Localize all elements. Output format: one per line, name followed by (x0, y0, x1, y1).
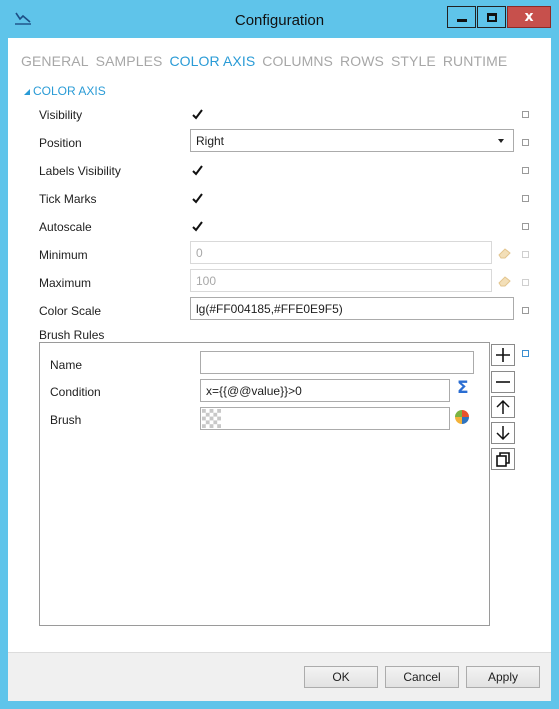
copy-icon (496, 452, 510, 467)
condition-label: Condition (50, 385, 101, 399)
brush-rules-panel: Name Condition x={{@@value}}>0 Σ Brush (39, 342, 490, 626)
dialog-footer: OK Cancel Apply (8, 652, 551, 701)
tab-columns[interactable]: COLUMNS (262, 53, 333, 71)
condition-input[interactable]: x={{@@value}}>0 (200, 379, 450, 402)
eraser-icon[interactable] (498, 247, 512, 259)
color-palette-icon[interactable] (454, 409, 470, 425)
arrow-down-icon (496, 426, 510, 441)
brush-name-label: Name (50, 358, 83, 372)
maximize-icon (486, 12, 497, 22)
chevron-down-icon (498, 139, 504, 143)
brush-name-input[interactable] (200, 351, 474, 374)
labels-visibility-label: Labels Visibility (39, 164, 121, 178)
tick-marks-bind-marker[interactable] (522, 195, 529, 202)
brush-rules-bind-marker[interactable] (522, 350, 529, 357)
color-scale-input[interactable]: lg(#FF004185,#FFE0E9F5) (190, 297, 514, 320)
brush-label: Brush (50, 413, 82, 427)
maximum-bind-marker[interactable] (522, 279, 529, 286)
minimize-icon (456, 18, 467, 22)
maximum-value: 100 (196, 273, 217, 288)
autoscale-label: Autoscale (39, 220, 92, 234)
visibility-bind-marker[interactable] (522, 111, 529, 118)
ok-button[interactable]: OK (304, 666, 378, 688)
color-scale-label: Color Scale (39, 304, 102, 318)
tab-rows[interactable]: ROWS (340, 53, 384, 71)
minimum-bind-marker[interactable] (522, 251, 529, 258)
tab-general[interactable]: GENERAL (21, 53, 89, 71)
visibility-checkbox[interactable] (191, 108, 204, 121)
position-bind-marker[interactable] (522, 139, 529, 146)
maximum-label: Maximum (39, 276, 92, 290)
arrow-up-icon (496, 399, 510, 414)
minus-icon (496, 381, 510, 383)
autoscale-checkbox[interactable] (191, 220, 204, 233)
tab-samples[interactable]: SAMPLES (96, 53, 163, 71)
cancel-button[interactable]: Cancel (385, 666, 459, 688)
dialog-content: GENERAL SAMPLES COLOR AXIS COLUMNS ROWS … (8, 38, 551, 701)
autoscale-bind-marker[interactable] (522, 223, 529, 230)
remove-rule-button[interactable] (491, 371, 515, 393)
color-scale-bind-marker[interactable] (522, 307, 529, 314)
maximum-input[interactable]: 100 (190, 269, 492, 292)
section-title: COLOR AXIS (33, 84, 106, 98)
visibility-label: Visibility (39, 108, 83, 122)
tick-marks-label: Tick Marks (39, 192, 97, 206)
tick-marks-checkbox[interactable] (191, 192, 204, 205)
minimum-input[interactable]: 0 (190, 241, 492, 264)
minimum-label: Minimum (39, 248, 88, 262)
title-bar[interactable]: Configuration x (0, 0, 559, 38)
eraser-icon[interactable] (498, 275, 512, 287)
close-icon: x (524, 9, 534, 25)
transparent-swatch-icon (202, 409, 221, 428)
labels-visibility-checkbox[interactable] (191, 164, 204, 177)
labels-visibility-bind-marker[interactable] (522, 167, 529, 174)
move-up-button[interactable] (491, 396, 515, 418)
color-axis-section-header[interactable]: COLOR AXIS (24, 84, 106, 98)
minimize-button[interactable] (447, 6, 476, 28)
apply-button[interactable]: Apply (466, 666, 540, 688)
sigma-icon[interactable]: Σ (457, 378, 469, 398)
plus-icon (496, 348, 510, 362)
move-down-button[interactable] (491, 422, 515, 444)
tab-color-axis[interactable]: COLOR AXIS (169, 53, 255, 71)
tab-runtime[interactable]: RUNTIME (443, 53, 507, 71)
collapse-triangle-icon (24, 89, 30, 95)
condition-value: x={{@@value}}>0 (206, 383, 302, 398)
tab-strip: GENERAL SAMPLES COLOR AXIS COLUMNS ROWS … (21, 53, 514, 71)
copy-rule-button[interactable] (491, 448, 515, 470)
position-value: Right (196, 133, 225, 148)
add-rule-button[interactable] (491, 344, 515, 366)
brush-color-picker[interactable] (200, 407, 450, 430)
maximize-button[interactable] (477, 6, 506, 28)
brush-rules-label: Brush Rules (39, 328, 105, 342)
minimum-value: 0 (196, 245, 203, 260)
configuration-window: Configuration x GENERAL SAMPLES COLOR AX… (0, 0, 559, 709)
position-label: Position (39, 136, 82, 150)
color-scale-value: lg(#FF004185,#FFE0E9F5) (196, 301, 343, 316)
position-dropdown[interactable]: Right (190, 129, 514, 152)
tab-style[interactable]: STYLE (391, 53, 436, 71)
close-button[interactable]: x (507, 6, 551, 28)
